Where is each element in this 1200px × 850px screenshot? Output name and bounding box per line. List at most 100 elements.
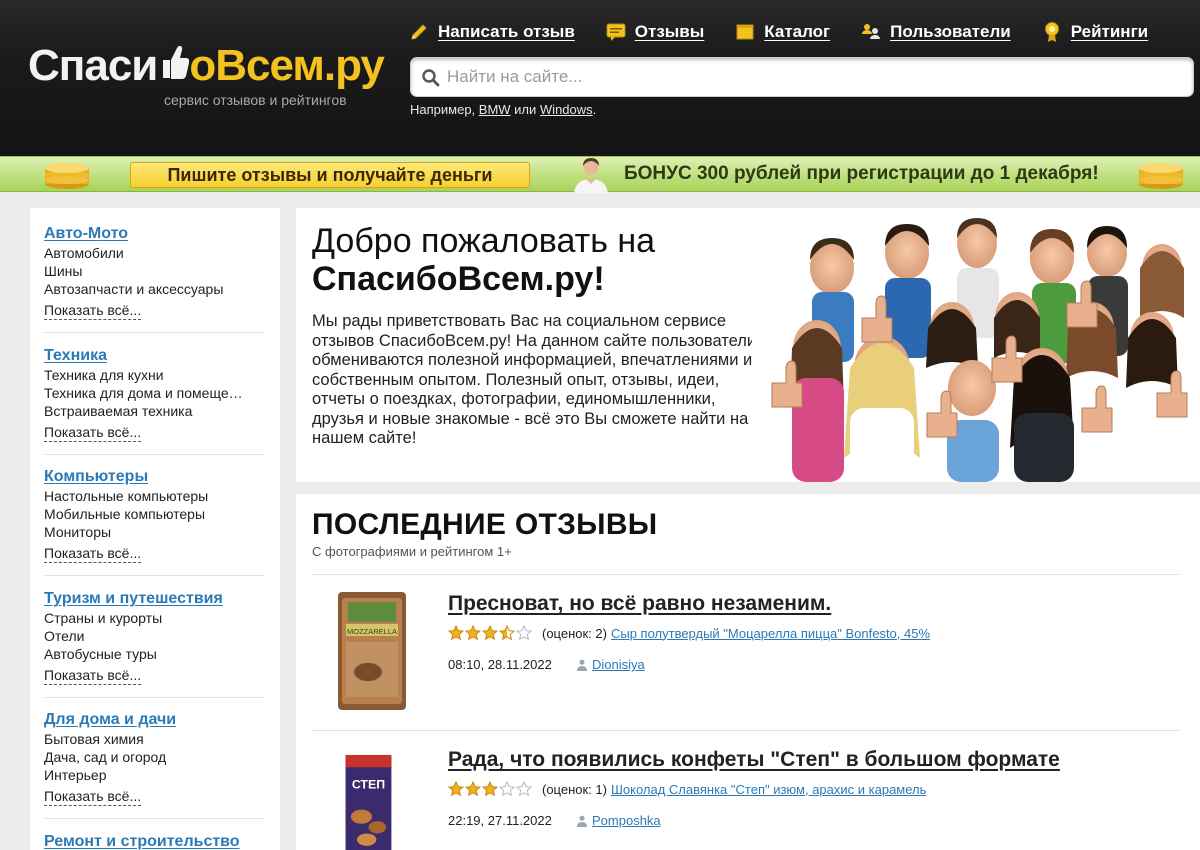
product-link[interactable]: Сыр полутвердый "Моцарелла пицца" Bonfes… bbox=[611, 626, 930, 641]
nav-ratings[interactable]: Рейтинги bbox=[1041, 18, 1148, 46]
site-logo[interactable]: Спаси оВсем.ру сервис отзывов и рейтингов bbox=[28, 36, 385, 116]
rating-count: (оценок: 2) bbox=[542, 625, 607, 641]
category-title[interactable]: Ремонт и строительство bbox=[44, 832, 264, 850]
category-item[interactable]: Встраиваемая техника bbox=[44, 402, 244, 420]
coins-left-icon bbox=[45, 163, 89, 189]
reviews-divider bbox=[312, 730, 1180, 731]
hint-link-bmw[interactable]: BMW bbox=[479, 102, 511, 117]
hint-link-windows[interactable]: Windows bbox=[540, 102, 593, 117]
show-all-link[interactable]: Показать всё... bbox=[44, 544, 142, 563]
welcome-panel: Добро пожаловать на СпасибоВсем.ру! Мы р… bbox=[296, 208, 1200, 482]
review-headline[interactable]: Пресноват, но всё равно незаменим. bbox=[448, 592, 831, 616]
star-icon bbox=[448, 625, 464, 641]
banner-bonus-text[interactable]: БОНУС 300 рублей при регистрации до 1 де… bbox=[624, 162, 1099, 186]
category-item[interactable]: Страны и курорты bbox=[44, 609, 244, 627]
author-link[interactable]: Pomposhka bbox=[592, 813, 661, 828]
logo-tagline: сервис отзывов и рейтингов bbox=[164, 92, 347, 108]
show-all-link[interactable]: Показать всё... bbox=[44, 423, 142, 442]
category-item[interactable]: Автобусные туры bbox=[44, 645, 244, 663]
speech-bubble-icon bbox=[605, 21, 627, 43]
review-author: Pomposhka bbox=[577, 813, 661, 828]
nav-catalog[interactable]: Каталог bbox=[734, 18, 830, 46]
welcome-title-line1: Добро пожаловать на bbox=[312, 222, 656, 260]
category-item[interactable]: Мобильные компьютеры bbox=[44, 505, 244, 523]
banner-earn-money[interactable]: Пишите отзывы и получайте деньги bbox=[130, 162, 530, 188]
category-item[interactable]: Техника для кухни bbox=[44, 366, 244, 384]
review-thumbnail[interactable]: MOZZARELLA bbox=[338, 592, 406, 710]
thumbs-up-logo-icon bbox=[157, 40, 190, 84]
site-header: Спаси оВсем.ру сервис отзывов и рейтингов… bbox=[0, 0, 1200, 156]
review-headline[interactable]: Рада, что появились конфеты "Степ" в бол… bbox=[448, 748, 1060, 772]
banner-person-image bbox=[574, 158, 608, 193]
category-item[interactable]: Дача, сад и огород bbox=[44, 748, 244, 766]
category-auto-moto: Авто-Мото Автомобили Шины Автозапчасти и… bbox=[44, 224, 264, 320]
category-divider bbox=[44, 454, 264, 455]
review-thumbnail[interactable]: СТЕП bbox=[342, 748, 402, 850]
author-link[interactable]: Dionisiya bbox=[592, 657, 645, 672]
welcome-title-line2: СпасибоВсем.ру! bbox=[312, 260, 605, 298]
show-all-link[interactable]: Показать всё... bbox=[44, 787, 142, 806]
category-sidebar: Авто-Мото Автомобили Шины Автозапчасти и… bbox=[30, 208, 280, 850]
category-title[interactable]: Компьютеры bbox=[44, 467, 264, 487]
logo-part1: Спаси bbox=[28, 41, 158, 90]
star-rating bbox=[448, 625, 532, 641]
users-icon bbox=[860, 21, 882, 43]
category-computers: Компьютеры Настольные компьютеры Мобильн… bbox=[44, 467, 264, 563]
nav-users[interactable]: Пользователи bbox=[860, 18, 1011, 46]
star-icon bbox=[482, 625, 498, 641]
category-divider bbox=[44, 332, 264, 333]
search-hint-mid: или bbox=[510, 102, 540, 117]
star-icon bbox=[499, 625, 515, 641]
thumbnail-label: MOZZARELLA bbox=[347, 627, 397, 636]
category-item[interactable]: Бытовая химия bbox=[44, 730, 244, 748]
show-all-link[interactable]: Показать всё... bbox=[44, 301, 142, 320]
review-date: 22:19, 27.11.2022 bbox=[448, 813, 552, 828]
category-divider bbox=[44, 697, 264, 698]
review-date: 08:10, 28.11.2022 bbox=[448, 657, 552, 672]
category-item[interactable]: Мониторы bbox=[44, 523, 244, 541]
category-travel: Туризм и путешествия Страны и курорты От… bbox=[44, 589, 264, 685]
welcome-text: Мы рады приветствовать Вас на социальном… bbox=[312, 312, 757, 447]
nav-reviews-label: Отзывы bbox=[634, 22, 705, 41]
review-author: Dionisiya bbox=[577, 657, 645, 672]
reviews-subtitle: С фотографиями и рейтингом 1+ bbox=[312, 544, 512, 559]
coins-right-icon bbox=[1139, 163, 1183, 189]
category-item[interactable]: Автомобили bbox=[44, 244, 244, 262]
review-meta: (оценок: 2) Сыр полутвердый "Моцарелла п… bbox=[448, 624, 930, 642]
nav-write-review-label: Написать отзыв bbox=[438, 22, 575, 41]
category-item[interactable]: Настольные компьютеры bbox=[44, 487, 244, 505]
category-tech: Техника Техника для кухни Техника для до… bbox=[44, 346, 264, 442]
show-all-link[interactable]: Показать всё... bbox=[44, 666, 142, 685]
product-link[interactable]: Шоколад Славянка "Степ" изюм, арахис и к… bbox=[611, 782, 926, 797]
category-title[interactable]: Туризм и путешествия bbox=[44, 589, 264, 609]
category-title[interactable]: Для дома и дачи bbox=[44, 710, 264, 730]
search-input[interactable] bbox=[447, 58, 1187, 96]
medal-icon bbox=[1041, 21, 1063, 43]
search-hint: Например, BMW или Windows. bbox=[410, 102, 596, 117]
category-title[interactable]: Авто-Мото bbox=[44, 224, 264, 244]
nav-write-review[interactable]: Написать отзыв bbox=[408, 18, 575, 46]
category-title[interactable]: Техника bbox=[44, 346, 264, 366]
category-repair: Ремонт и строительство bbox=[44, 832, 264, 850]
review-item: СТЕП Рада, что появились конфеты "Степ" … bbox=[312, 748, 1180, 850]
nav-reviews[interactable]: Отзывы bbox=[605, 18, 705, 46]
nav-users-label: Пользователи bbox=[890, 22, 1011, 41]
promo-banner[interactable]: Пишите отзывы и получайте деньги БОНУС 3… bbox=[0, 156, 1200, 193]
category-home-garden: Для дома и дачи Бытовая химия Дача, сад … bbox=[44, 710, 264, 806]
star-icon bbox=[465, 625, 481, 641]
star-icon bbox=[516, 625, 532, 641]
category-item[interactable]: Отели bbox=[44, 627, 244, 645]
category-item[interactable]: Техника для дома и помещений bbox=[44, 384, 244, 402]
star-icon bbox=[499, 781, 515, 797]
star-icon bbox=[482, 781, 498, 797]
reviews-heading: ПОСЛЕДНИЕ ОТЗЫВЫ bbox=[312, 508, 658, 541]
user-icon bbox=[577, 659, 587, 671]
thumbnail-label: СТЕП bbox=[352, 777, 385, 791]
latest-reviews: ПОСЛЕДНИЕ ОТЗЫВЫ С фотографиями и рейтин… bbox=[296, 494, 1200, 850]
search-hint-suffix: . bbox=[592, 102, 597, 117]
search-icon[interactable] bbox=[421, 68, 441, 88]
category-item[interactable]: Шины bbox=[44, 262, 244, 280]
category-item[interactable]: Интерьер bbox=[44, 766, 244, 784]
category-item[interactable]: Автозапчасти и аксессуары bbox=[44, 280, 244, 298]
review-meta: (оценок: 1) Шоколад Славянка "Степ" изюм… bbox=[448, 780, 926, 798]
